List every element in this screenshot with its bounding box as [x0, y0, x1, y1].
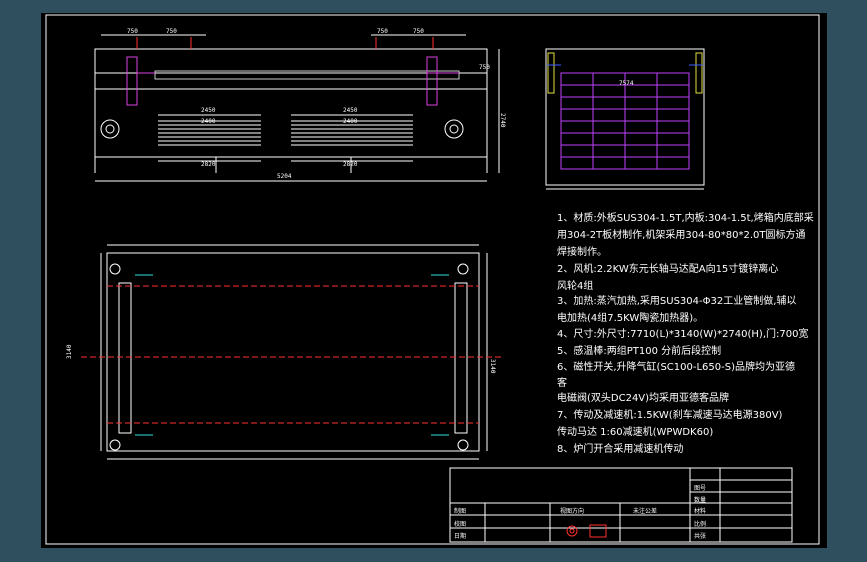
svg-text:2740: 2740 — [499, 113, 506, 128]
title-block — [449, 467, 793, 543]
svg-text:2400: 2400 — [201, 118, 216, 125]
tb-material-label: 材料 — [694, 508, 707, 515]
tb-sheet-label: 共张 — [694, 533, 707, 540]
plan-width-right: 3140 — [489, 359, 496, 374]
svg-text:2450: 2450 — [343, 107, 358, 114]
plan-width-left: 3140 — [66, 344, 73, 359]
tb-date-label: 日期 — [454, 533, 467, 540]
svg-text:2450: 2450 — [201, 107, 216, 114]
tb-tolerance-label: 未注公差 — [633, 508, 658, 515]
svg-text:2820: 2820 — [343, 161, 358, 168]
svg-text:750: 750 — [413, 28, 424, 35]
svg-text:750: 750 — [166, 28, 177, 35]
svg-text:750: 750 — [479, 64, 490, 71]
tb-qty-label: 数量 — [694, 497, 707, 504]
tb-design-label: 制图 — [454, 508, 467, 515]
tb-scale-label: 比例 — [694, 521, 707, 528]
drawing-frame: 750 750 750 750 2450 2400 2450 2400 2820… — [41, 13, 827, 548]
note-line: 8、炉门开合采用减速机传动 — [557, 444, 684, 455]
note-line: 电磁阀(双头DC24V)均采用亚德客品牌 — [557, 393, 730, 404]
note-line: 2、风机:2.2KW东元长轴马达配A向15寸镀锌离心 — [557, 264, 779, 275]
inner-border — [45, 14, 820, 545]
plan-cyan-marks — [135, 274, 449, 436]
svg-text:750: 750 — [127, 28, 138, 35]
note-line: 传动马达 1:60减速机(WPWDK60) — [557, 427, 714, 438]
note-line: 风轮4组 — [557, 281, 594, 292]
svg-text:2400: 2400 — [343, 118, 358, 125]
note-line: 1、材质:外板SUS304-1.5T,内板:304-1.5t,烤箱内底部采 — [557, 213, 814, 224]
svg-text:5204: 5204 — [277, 173, 292, 180]
tb-view-label: 视图方向 — [560, 508, 585, 515]
note-line: 7、传动及减速机:1.5KW(刹车减速马达电源380V) — [557, 410, 783, 421]
plan-centerlines — [81, 285, 503, 424]
note-line: 客 — [557, 378, 567, 389]
note-line: 4、尺寸:外尺寸:7710(L)*3140(W)*2740(H),门:700宽 — [557, 329, 809, 340]
end-grid — [560, 72, 690, 170]
note-line: 电加热(4组7.5KW陶瓷加热器)。 — [557, 313, 704, 324]
svg-text:2820: 2820 — [201, 161, 216, 168]
svg-text:750: 750 — [377, 28, 388, 35]
side-cylinders — [126, 56, 459, 106]
note-line: 5、感温棒:两组PT100 分前后段控制 — [557, 346, 722, 357]
note-line: 用304-2T板材制作,机架采用304-80*80*2.0T圆标方通 — [557, 230, 806, 241]
end-view-label: 7574 — [619, 80, 634, 87]
cad-drawing: 750 750 750 750 2450 2400 2450 2400 2820… — [45, 14, 820, 545]
note-line: 焊接制作。 — [557, 247, 607, 258]
side-accent-red — [136, 37, 434, 49]
note-line: 6、磁性开关,升降气缸(SC100-L650-S)品牌均为亚德 — [557, 362, 795, 373]
tb-name-label: 图号 — [694, 485, 707, 492]
side-elevation — [94, 34, 500, 182]
tb-check-label: 校图 — [454, 521, 467, 528]
plan-view — [100, 244, 488, 460]
note-line: 3、加热:蒸汽加热,采用SUS304-Φ32工业管制做,辅以 — [557, 296, 797, 307]
